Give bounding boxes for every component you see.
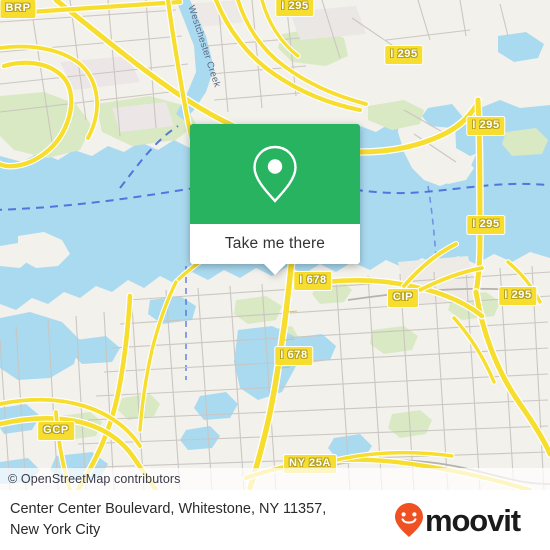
map-canvas[interactable]: Westchester Creek BRP I 295 I 295 I 295 … bbox=[0, 0, 550, 490]
callout-action-area[interactable]: Take me there bbox=[190, 224, 360, 275]
take-me-there-label: Take me there bbox=[224, 235, 326, 252]
road-shield-i295-b[interactable]: I 295 bbox=[384, 45, 424, 65]
road-shield-i295-e[interactable]: I 295 bbox=[498, 286, 538, 306]
road-shield-cip[interactable]: CIP bbox=[386, 288, 420, 308]
moovit-logo[interactable]: moovit bbox=[390, 502, 550, 538]
map-pin-icon bbox=[253, 145, 297, 203]
moovit-map-screen: Westchester Creek BRP I 295 I 295 I 295 … bbox=[0, 0, 550, 550]
footer-bar: Center Center Boulevard, Whitestone, NY … bbox=[0, 490, 550, 550]
road-shield-gcp[interactable]: GCP bbox=[37, 421, 75, 441]
osm-attribution-bar: © OpenStreetMap contributors bbox=[0, 468, 550, 490]
road-shield-i678-b[interactable]: I 678 bbox=[274, 346, 314, 366]
callout-pointer-tail bbox=[264, 264, 286, 275]
road-shield-i295-d[interactable]: I 295 bbox=[466, 215, 506, 235]
address-line-1: Center Center Boulevard, Whitestone, NY … bbox=[10, 500, 327, 517]
road-shield-i678-a[interactable]: I 678 bbox=[293, 271, 333, 291]
address-block: Center Center Boulevard, Whitestone, NY … bbox=[0, 499, 390, 541]
location-callout-card[interactable]: Take me there bbox=[190, 124, 360, 275]
moovit-wordmark: moovit bbox=[425, 502, 521, 538]
callout-icon-area bbox=[190, 124, 360, 224]
road-shield-brp[interactable]: BRP bbox=[0, 0, 37, 19]
road-shield-i295-a[interactable]: I 295 bbox=[275, 0, 315, 17]
address-line-2: New York City bbox=[10, 522, 101, 538]
moovit-pin-icon bbox=[395, 503, 423, 537]
road-shield-i295-c[interactable]: I 295 bbox=[466, 116, 506, 136]
osm-attribution-text[interactable]: © OpenStreetMap contributors bbox=[0, 472, 181, 486]
